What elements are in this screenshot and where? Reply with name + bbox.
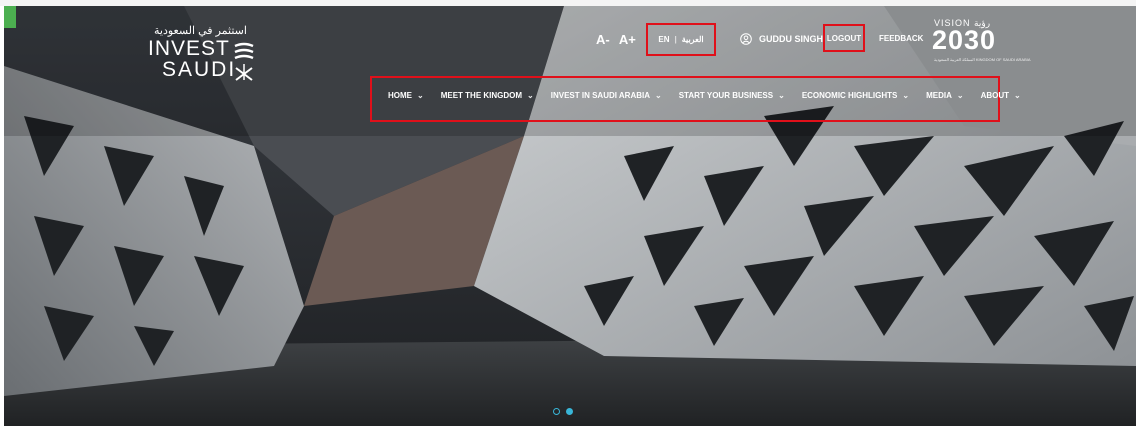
font-decrease-button[interactable]: A- <box>596 32 610 47</box>
nav-item-label: HOME <box>388 91 412 100</box>
nav-item-start-your-business[interactable]: START YOUR BUSINESS ⌄ <box>679 91 785 100</box>
language-switcher: EN | العربية <box>646 23 716 56</box>
chevron-down-icon: ⌄ <box>1014 91 1021 100</box>
nav-item-label: INVEST IN SAUDI ARABIA <box>550 91 651 100</box>
nav-item-label: MEDIA <box>926 91 952 100</box>
font-increase-button[interactable]: A+ <box>619 32 636 47</box>
chevron-down-icon: ⌄ <box>956 91 964 100</box>
green-side-tab <box>4 6 16 28</box>
user-name: GUDDU SINGH <box>759 34 824 44</box>
chevron-down-icon: ⌄ <box>527 91 534 100</box>
logout-label: LOGOUT <box>826 33 862 43</box>
nav-item-home[interactable]: HOME ⌄ <box>388 91 424 100</box>
nav-item-about[interactable]: ABOUT ⌄ <box>981 91 1021 100</box>
nav-item-economic-highlights[interactable]: ECONOMIC HIGHLIGHTS ⌄ <box>802 91 909 100</box>
font-size-controls: A- A+ <box>596 32 642 47</box>
logo-line-saudi: SAUDI <box>162 58 237 81</box>
logo-mark-icon <box>234 42 254 81</box>
nav-item-invest-in-saudi-arabia[interactable]: INVEST IN SAUDI ARABIA ⌄ <box>551 91 662 100</box>
lang-separator: | <box>674 35 677 44</box>
carousel-dot-1[interactable] <box>553 408 560 415</box>
chevron-down-icon: ⌄ <box>902 91 910 100</box>
user-icon <box>740 33 752 45</box>
nav-item-label: MEET THE KINGDOM <box>440 91 523 100</box>
nav-item-meet-the-kingdom[interactable]: MEET THE KINGDOM ⌄ <box>441 91 534 100</box>
nav-item-label: ECONOMIC HIGHLIGHTS <box>801 91 898 100</box>
lang-en-link[interactable]: EN <box>658 35 669 44</box>
chevron-down-icon: ⌄ <box>778 91 785 100</box>
user-account[interactable]: GUDDU SINGH <box>740 33 823 45</box>
main-navigation: HOME ⌄ MEET THE KINGDOM ⌄ INVEST IN SAUD… <box>388 91 1038 100</box>
carousel-indicators <box>553 408 573 415</box>
lang-ar-link[interactable]: العربية <box>682 35 704 44</box>
logo-arabic-text: استثمر في السعودية <box>154 25 247 37</box>
chevron-down-icon: ⌄ <box>655 91 662 100</box>
vision-year: 2030 <box>932 25 997 55</box>
chevron-down-icon: ⌄ <box>417 91 424 100</box>
nav-item-label: ABOUT <box>980 91 1010 100</box>
carousel-dot-2-active[interactable] <box>566 408 573 415</box>
vision-subtitle: المملكة العربية السعودية KINGDOM OF SAUD… <box>934 57 1031 62</box>
feedback-link[interactable]: FEEDBACK <box>879 34 923 43</box>
logout-button[interactable]: LOGOUT <box>823 24 865 52</box>
nav-item-media[interactable]: MEDIA ⌄ <box>926 91 963 100</box>
nav-item-label: START YOUR BUSINESS <box>678 91 774 100</box>
